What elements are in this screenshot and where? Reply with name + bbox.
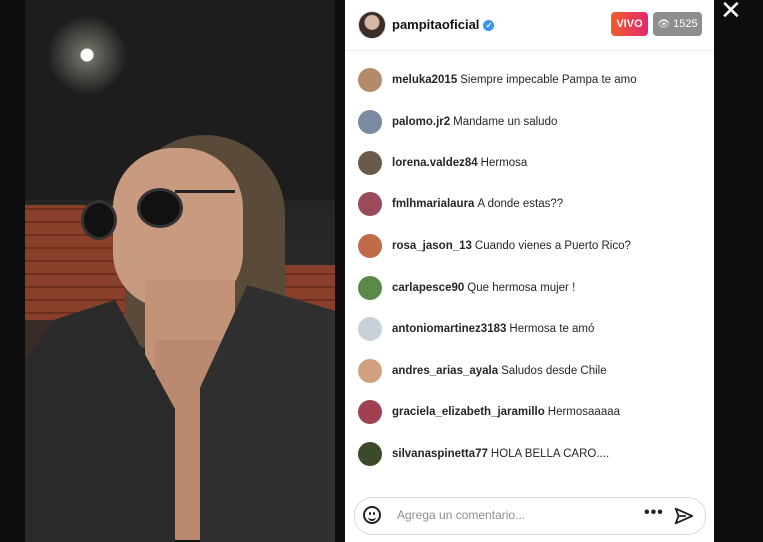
comment-avatar[interactable] [358,359,382,383]
comment-username[interactable]: meluka2015 [392,74,457,86]
comment-text: Hermosaaaaa [547,406,621,418]
comment-item: fmlhmarialaura A donde estas?? [358,192,708,218]
comment-avatar[interactable] [358,317,382,341]
comment-item: palomo.jr2 Mandame un saludo [358,110,708,136]
video-glasses-bridge [175,190,235,193]
more-options-icon[interactable]: ••• [644,504,664,522]
verified-badge-icon: ✓ [483,20,495,31]
emoji-icon[interactable] [363,506,381,524]
viewer-count: 1525 [673,18,698,30]
comment-username[interactable]: silvanaspinetta77 [392,448,488,460]
video-glasses-lens [81,200,117,240]
live-badge: VIVO [611,12,648,36]
comment-input-bar: ••• [354,497,706,535]
comment-text: Cuando vienes a Puerto Rico? [474,240,631,252]
comment-item: silvanaspinetta77 HOLA BELLA CARO.... [358,442,708,468]
comment-item: andres_arias_ayala Saludos desde Chile [358,359,708,385]
comment-item: antoniomartinez3183 Hermosa te amó [358,317,708,343]
comment-text: Que hermosa mujer ! [467,282,576,294]
comment-avatar[interactable] [358,276,382,300]
streamer-username[interactable]: pampitaoficial ✓ [392,17,495,32]
comment-avatar[interactable] [358,234,382,258]
comment-avatar[interactable] [358,400,382,424]
comment-text: Hermosa te amó [509,323,595,335]
comment-item: rosa_jason_13 Cuando vienes a Puerto Rico… [358,234,708,260]
comment-username[interactable]: carlapesce90 [392,282,464,294]
eye-icon: 👁 [657,19,671,30]
comment-username[interactable]: rosa_jason_13 [392,240,472,252]
comment-text: Siempre impecable Pampa te amo [460,74,637,86]
comment-input[interactable] [395,507,619,523]
comment-username[interactable]: fmlhmarialaura [392,198,474,210]
comment-avatar[interactable] [358,151,382,175]
comment-username[interactable]: graciela_elizabeth_jaramillo [392,406,545,418]
comment-item: graciela_elizabeth_jaramillo Hermosaaaaa [358,400,708,426]
comment-username[interactable]: antoniomartinez3183 [392,323,506,335]
comment-avatar[interactable] [358,110,382,134]
comment-avatar[interactable] [358,442,382,466]
comment-text: Mandame un saludo [453,116,558,128]
comment-item: carlapesce90 Que hermosa mujer ! [358,276,708,302]
close-icon[interactable]: ✕ [720,0,744,23]
comment-text: Saludos desde Chile [501,365,607,377]
streamer-username-text[interactable]: pampitaoficial [392,17,479,32]
comment-item: meluka2015 Siempre impecable Pampa te amo [358,68,708,94]
comment-username[interactable]: andres_arias_ayala [392,365,498,377]
comment-username[interactable]: palomo.jr2 [392,116,450,128]
comment-text: A donde estas?? [477,198,564,210]
comment-avatar[interactable] [358,192,382,216]
comment-text: Hermosa [480,157,528,169]
live-video[interactable] [25,0,335,542]
streamer-avatar[interactable] [358,11,386,39]
video-glasses-lens [137,188,183,228]
emoji-mouth [368,515,376,521]
stream-header: pampitaoficial ✓ VIVO 👁 1525 [345,0,714,51]
send-icon[interactable] [673,505,695,527]
comment-text: HOLA BELLA CARO.... [490,448,610,460]
comment-avatar[interactable] [358,68,382,92]
comment-username[interactable]: lorena.valdez84 [392,157,478,169]
viewer-count-badge: 👁 1525 [653,12,702,36]
comment-item: lorena.valdez84 Hermosa [358,151,708,177]
live-chat-panel: pampitaoficial ✓ VIVO 👁 1525 meluka2015 Sie… [345,0,714,542]
